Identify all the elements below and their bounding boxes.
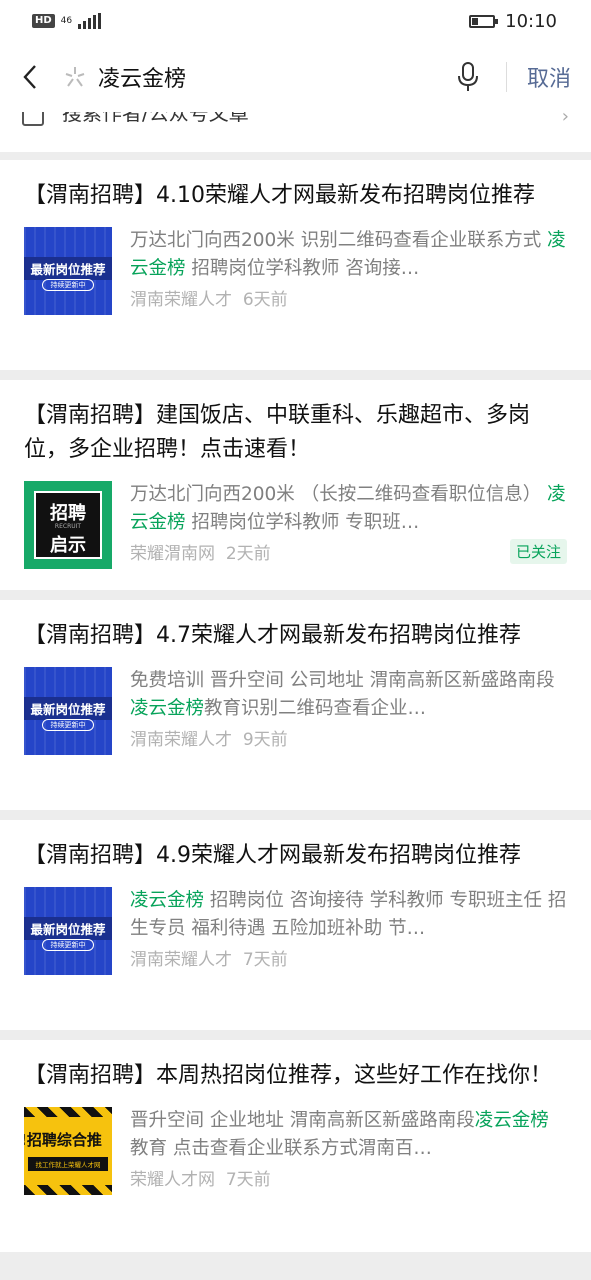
keyword-highlight: 凌云金榜 xyxy=(130,698,205,719)
signal-icon xyxy=(78,13,102,29)
keyword-highlight: 凌云金榜 xyxy=(130,890,205,911)
result-thumbnail: 招聘 RECRUIT 启示 xyxy=(24,481,112,569)
status-bar: HD 46 10:10 xyxy=(0,0,591,42)
result-thumbnail: 最新岗位推荐 持续更新中 xyxy=(24,667,112,755)
back-button[interactable] xyxy=(0,42,60,112)
hd-indicator: HD xyxy=(32,14,55,28)
result-thumbnail: !招聘综合推 找工作就上荣耀人才网 xyxy=(24,1107,112,1195)
result-title: 【渭南招聘】4.10荣耀人才网最新发布招聘岗位推荐 xyxy=(24,183,535,208)
result-card[interactable]: 【渭南招聘】4.10荣耀人才网最新发布招聘岗位推荐 最新岗位推荐 持续更新中 万… xyxy=(0,160,591,370)
result-source: 荣耀人才网 7天前 xyxy=(130,1170,271,1190)
battery-icon xyxy=(469,14,499,28)
result-source: 渭南荣耀人才 6天前 xyxy=(130,290,288,310)
result-snippet: 晋升空间 企业地址 渭南高新区新盛路南段凌云金榜教育 点击查看企业联系方式渭南百… xyxy=(130,1110,549,1159)
result-snippet: 免费培训 晋升空间 公司地址 渭南高新区新盛路南段凌云金榜教育识别二维码查看企业… xyxy=(130,670,555,719)
result-title: 【渭南招聘】4.9荣耀人才网最新发布招聘岗位推荐 xyxy=(24,843,521,868)
search-input[interactable]: 凌云金榜 xyxy=(98,61,448,93)
result-card[interactable]: 【渭南招聘】4.7荣耀人才网最新发布招聘岗位推荐 最新岗位推荐 持续更新中 免费… xyxy=(0,600,591,810)
result-card[interactable]: 【渭南招聘】本周热招岗位推荐，这些好工作在找你！ !招聘综合推 找工作就上荣耀人… xyxy=(0,1040,591,1252)
microphone-icon xyxy=(457,62,478,91)
followed-badge: 已关注 xyxy=(509,539,567,564)
divider xyxy=(505,62,507,92)
result-thumbnail: 最新岗位推荐 持续更新中 xyxy=(24,227,112,315)
search-doc-icon xyxy=(22,112,44,126)
result-snippet: 万达北门向西200米 （长按二维码查看职位信息） 凌云金榜 招聘岗位学科教师 专… xyxy=(130,484,566,533)
voice-button[interactable] xyxy=(448,57,488,97)
search-articles-row[interactable]: 搜索作者/公众号文章 › xyxy=(0,112,591,152)
result-source: 荣耀渭南网 2天前 xyxy=(130,544,271,564)
result-card[interactable]: 【渭南招聘】建国饭店、中联重科、乐趣超市、多岗位，多企业招聘！点击速看！ 招聘 … xyxy=(0,380,591,590)
network-type: 46 xyxy=(60,15,73,26)
cancel-button[interactable]: 取消 xyxy=(527,61,571,93)
back-arrow-icon xyxy=(23,65,36,89)
clock: 10:10 xyxy=(505,10,557,32)
result-source: 渭南荣耀人才 9天前 xyxy=(130,730,288,750)
chevron-right-icon: › xyxy=(561,112,569,127)
keyword-highlight: 凌云金榜 xyxy=(474,1110,549,1131)
search-articles-label: 搜索作者/公众号文章 xyxy=(62,112,249,125)
result-title: 【渭南招聘】本周热招岗位推荐，这些好工作在找你！ xyxy=(24,1063,553,1088)
result-source: 渭南荣耀人才 7天前 xyxy=(130,950,288,970)
result-snippet: 万达北门向西200米 识别二维码查看企业联系方式 凌云金榜 招聘岗位学科教师 咨… xyxy=(130,230,566,279)
result-snippet: 凌云金榜 招聘岗位 咨询接待 学科教师 专职班主任 招生专员 福利待遇 五险加班… xyxy=(130,890,567,939)
result-card[interactable]: 【渭南招聘】4.9荣耀人才网最新发布招聘岗位推荐 最新岗位推荐 持续更新中 凌云… xyxy=(0,820,591,1030)
result-title: 【渭南招聘】建国饭店、中联重科、乐趣超市、多岗位，多企业招聘！点击速看！ xyxy=(24,403,531,462)
sparkle-icon xyxy=(60,62,90,92)
result-title: 【渭南招聘】4.7荣耀人才网最新发布招聘岗位推荐 xyxy=(24,623,521,648)
result-thumbnail: 最新岗位推荐 持续更新中 xyxy=(24,887,112,975)
search-bar: 凌云金榜 取消 xyxy=(0,42,591,112)
